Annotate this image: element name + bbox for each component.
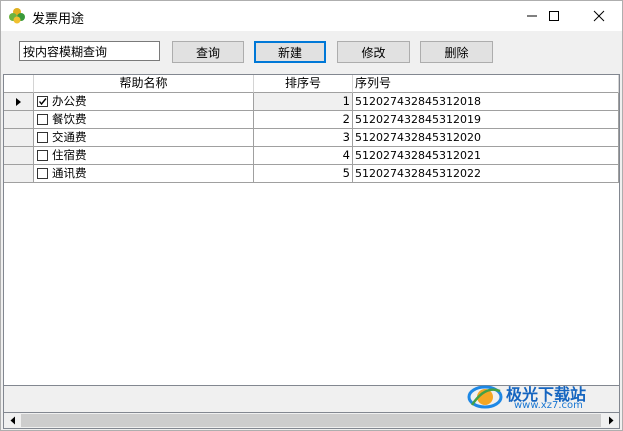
new-button[interactable]: 新建 xyxy=(254,41,326,63)
delete-button[interactable]: 删除 xyxy=(420,41,493,63)
table-row[interactable]: 办公费 1 512027432845312018 xyxy=(4,93,619,111)
name-text: 交通费 xyxy=(52,130,87,144)
maximize-button[interactable] xyxy=(532,1,576,31)
order-cell[interactable]: 3 xyxy=(254,129,353,147)
order-cell[interactable]: 1 xyxy=(254,93,353,111)
row-header[interactable] xyxy=(4,129,34,147)
name-text: 餐饮费 xyxy=(52,112,87,126)
maximize-icon xyxy=(549,11,559,21)
horizontal-scrollbar[interactable] xyxy=(3,412,620,429)
serial-cell[interactable]: 512027432845312019 xyxy=(353,111,619,129)
column-header-order[interactable]: 排序号 xyxy=(254,75,353,93)
close-icon xyxy=(593,10,605,22)
window-title: 发票用途 xyxy=(32,12,85,27)
order-cell[interactable]: 2 xyxy=(254,111,353,129)
current-row-arrow-icon xyxy=(16,98,21,106)
table-row[interactable]: 住宿费 4 512027432845312021 xyxy=(4,147,619,165)
column-header-name[interactable]: 帮助名称 xyxy=(34,75,254,93)
serial-cell[interactable]: 512027432845312020 xyxy=(353,129,619,147)
edit-button[interactable]: 修改 xyxy=(337,41,410,63)
watermark-url: www.xz7.com xyxy=(514,400,583,411)
site-watermark: 极光下载站 www.xz7.com xyxy=(466,381,616,411)
row-header[interactable] xyxy=(4,165,34,183)
name-cell[interactable]: 交通费 xyxy=(34,129,254,147)
checkmark-icon xyxy=(38,98,47,106)
serial-cell[interactable]: 512027432845312021 xyxy=(353,147,619,165)
order-cell[interactable]: 5 xyxy=(254,165,353,183)
watermark-logo-icon xyxy=(467,385,503,409)
query-button[interactable]: 查询 xyxy=(172,41,244,63)
title-bar: 发票用途 xyxy=(1,1,622,31)
name-text: 通讯费 xyxy=(52,166,87,180)
order-cell[interactable]: 4 xyxy=(254,147,353,165)
row-checkbox[interactable] xyxy=(37,96,48,107)
scroll-right-icon xyxy=(608,416,613,425)
row-checkbox[interactable] xyxy=(37,132,48,143)
row-checkbox[interactable] xyxy=(37,114,48,125)
column-header-serial[interactable]: 序列号 xyxy=(353,75,619,93)
table-row[interactable]: 餐饮费 2 512027432845312019 xyxy=(4,111,619,129)
data-grid: 帮助名称 排序号 序列号 办公费 1 512027432845312018 餐饮… xyxy=(3,74,620,386)
name-text: 住宿费 xyxy=(52,148,87,162)
serial-cell[interactable]: 512027432845312018 xyxy=(353,93,619,111)
name-cell[interactable]: 餐饮费 xyxy=(34,111,254,129)
app-window: 发票用途 查询 新建 修改 删除 帮助名称 排序号 序列号 办公费 1 xyxy=(0,0,623,431)
search-input[interactable] xyxy=(19,41,160,61)
scroll-left-button[interactable] xyxy=(4,413,21,428)
serial-cell[interactable]: 512027432845312022 xyxy=(353,165,619,183)
name-text: 办公费 xyxy=(52,94,87,108)
table-row[interactable]: 通讯费 5 512027432845312022 xyxy=(4,165,619,183)
name-cell[interactable]: 住宿费 xyxy=(34,147,254,165)
row-header[interactable] xyxy=(4,147,34,165)
table-row[interactable]: 交通费 3 512027432845312020 xyxy=(4,129,619,147)
name-cell[interactable]: 通讯费 xyxy=(34,165,254,183)
scroll-right-button[interactable] xyxy=(602,413,619,428)
row-header[interactable] xyxy=(4,111,34,129)
row-checkbox[interactable] xyxy=(37,150,48,161)
row-header[interactable] xyxy=(4,93,34,111)
scroll-thumb[interactable] xyxy=(21,414,601,427)
row-checkbox[interactable] xyxy=(37,168,48,179)
scroll-left-icon xyxy=(10,416,15,425)
close-button[interactable] xyxy=(577,1,621,31)
grid-corner-header xyxy=(4,75,34,93)
name-cell[interactable]: 办公费 xyxy=(34,93,254,111)
app-logo-icon xyxy=(9,8,25,24)
